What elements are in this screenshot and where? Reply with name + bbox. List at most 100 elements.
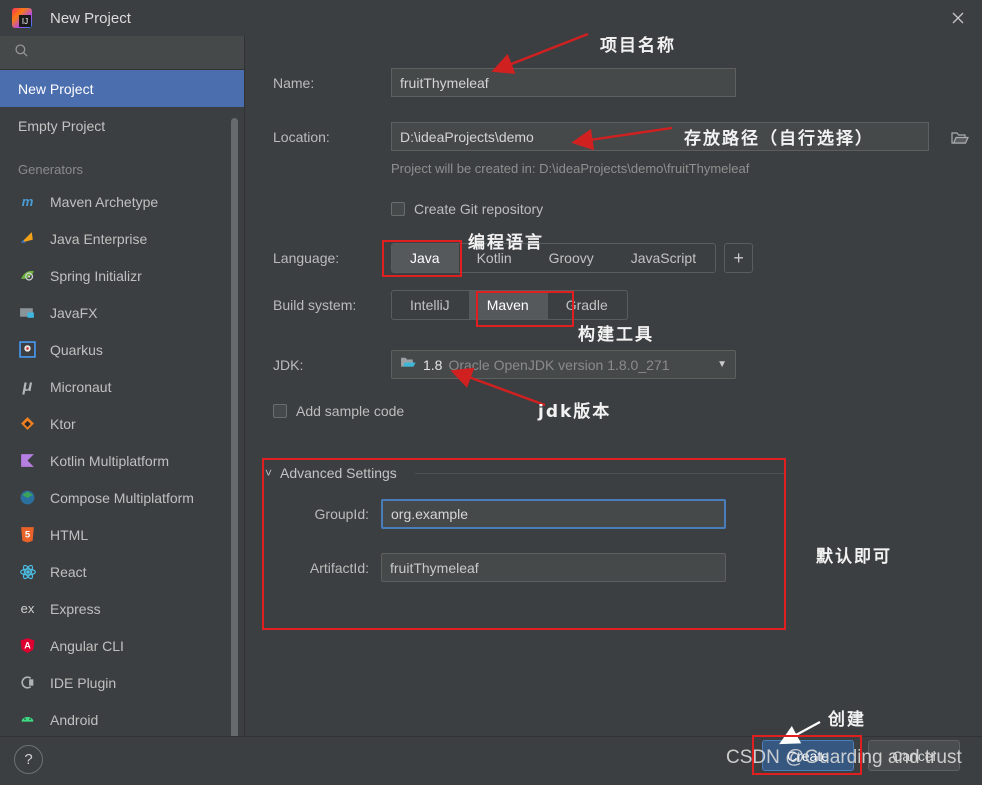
sidebar-item-label: JavaFX [50, 304, 98, 321]
compose-icon [18, 488, 37, 507]
jdk-label: JDK: [273, 356, 304, 373]
main-panel: Name: Location: Project will be created … [246, 36, 982, 736]
jdk-description: Oracle OpenJDK version 1.8.0_271 [448, 356, 670, 373]
location-label: Location: [273, 128, 330, 145]
sidebar-item-label: Maven Archetype [50, 193, 159, 210]
maven-icon: m [21, 194, 34, 209]
react-icon [18, 562, 37, 581]
build-system-option-gradle[interactable]: Gradle [548, 291, 627, 319]
build-system-option-maven[interactable]: Maven [468, 291, 548, 319]
add-sample-code-checkbox[interactable]: Add sample code [273, 403, 404, 419]
section-divider [414, 472, 785, 474]
create-git-repository-label: Create Git repository [414, 201, 544, 217]
checkbox-box [391, 202, 405, 216]
sidebar-item-html[interactable]: 5 HTML [0, 516, 244, 553]
advanced-settings-title: Advanced Settings [280, 465, 397, 481]
sidebar-item-spring-initializr[interactable]: Spring Initializr [0, 257, 244, 294]
chevron-down-icon[interactable]: ˅ [265, 466, 272, 480]
express-icon: ex [20, 601, 35, 616]
sidebar-item-empty-project[interactable]: Empty Project [0, 107, 244, 144]
sidebar-item-ktor[interactable]: Ktor [0, 405, 244, 442]
sidebar-item-label: Ktor [50, 415, 76, 432]
chevron-down-icon[interactable]: ▼ [707, 359, 727, 370]
folder-browse-icon[interactable] [945, 126, 975, 148]
sidebar-item-label: Compose Multiplatform [50, 489, 194, 506]
sidebar-item-label: Java Enterprise [50, 230, 148, 247]
sidebar-scrollbar[interactable] [231, 118, 238, 736]
location-input[interactable] [391, 122, 929, 151]
location-hint: Project will be created in: D:\ideaProje… [391, 161, 750, 176]
name-label: Name: [273, 74, 315, 91]
sidebar-item-java-enterprise[interactable]: Java Enterprise [0, 220, 244, 257]
advanced-settings-header[interactable]: ˅ Advanced Settings [265, 465, 785, 481]
language-segmented-control[interactable]: Java Kotlin Groovy JavaScript [391, 243, 717, 273]
name-row: Name: [273, 68, 736, 97]
svg-text:A: A [24, 641, 31, 651]
add-sample-code-label: Add sample code [296, 403, 405, 419]
kotlin-icon [18, 451, 37, 470]
sidebar-item-label: Empty Project [18, 117, 106, 134]
sidebar-item-maven-archetype[interactable]: m Maven Archetype [0, 183, 244, 220]
checkbox-box [273, 404, 287, 418]
sidebar-scrollbar-track[interactable] [231, 72, 241, 736]
sidebar-item-angular-cli[interactable]: A Angular CLI [0, 627, 244, 664]
language-option-kotlin[interactable]: Kotlin [459, 244, 531, 272]
sidebar-item-label: HTML [50, 526, 89, 543]
sidebar-item-micronaut[interactable]: μ Micronaut [0, 368, 244, 405]
sidebar-item-javafx[interactable]: JavaFX [0, 294, 244, 331]
group-id-input[interactable] [381, 499, 726, 529]
sidebar-item-react[interactable]: React [0, 553, 244, 590]
search-row[interactable] [0, 36, 244, 70]
cancel-button[interactable]: Cancel [868, 740, 960, 771]
angular-icon: A [18, 636, 37, 655]
sidebar-item-label: New Project [18, 80, 94, 97]
group-id-label: GroupId: [314, 506, 369, 522]
help-button[interactable]: ? [14, 745, 43, 774]
create-button[interactable]: Create [762, 740, 854, 771]
sidebar-item-quarkus[interactable]: Quarkus [0, 331, 244, 368]
project-type-list: New Project Empty Project [0, 70, 244, 144]
intellij-idea-icon [12, 8, 32, 28]
artifact-id-label: ArtifactId: [309, 559, 369, 576]
add-language-button[interactable]: + [724, 243, 754, 273]
jdk-row: JDK: 1.8 Oracle OpenJDK version 1.8.0_27… [273, 350, 736, 379]
language-option-groovy[interactable]: Groovy [531, 244, 613, 272]
sidebar-item-express[interactable]: ex Express [0, 590, 244, 627]
sidebar-item-android[interactable]: Android [0, 701, 244, 736]
search-input[interactable] [29, 45, 244, 60]
sidebar-item-label: Kotlin Multiplatform [50, 452, 170, 469]
ide-plugin-icon [18, 673, 37, 692]
sidebar-item-ide-plugin[interactable]: IDE Plugin [0, 664, 244, 701]
artifact-id-row: ArtifactId: [292, 553, 812, 582]
jdk-version: 1.8 [423, 356, 443, 373]
quarkus-icon [18, 340, 37, 359]
sidebar-item-label: Quarkus [50, 341, 103, 358]
sidebar-item-label: Spring Initializr [50, 267, 142, 284]
build-system-row: Build system: IntelliJ Maven Gradle [273, 290, 628, 320]
spring-icon [18, 266, 37, 285]
group-id-row: GroupId: [292, 499, 812, 529]
micronaut-icon: μ [22, 377, 33, 395]
sidebar-item-label: IDE Plugin [50, 674, 117, 691]
build-system-label: Build system: [273, 297, 357, 313]
sidebar-item-compose-multiplatform[interactable]: Compose Multiplatform [0, 479, 244, 516]
language-label: Language: [273, 250, 340, 266]
sidebar-item-kotlin-multiplatform[interactable]: Kotlin Multiplatform [0, 442, 244, 479]
artifact-id-input[interactable] [381, 553, 726, 582]
build-system-segmented-control[interactable]: IntelliJ Maven Gradle [391, 290, 628, 320]
ktor-icon [18, 414, 37, 433]
sidebar-item-label: Android [50, 711, 99, 728]
language-option-java[interactable]: Java [392, 244, 459, 272]
generators-list: m Maven Archetype Java Enterprise Spring… [0, 183, 244, 736]
search-icon [14, 43, 29, 63]
sidebar-item-new-project[interactable]: New Project [0, 70, 244, 107]
sidebar-item-label: React [50, 563, 87, 580]
create-git-repository-checkbox[interactable]: Create Git repository [391, 201, 543, 217]
new-project-dialog: New Project New Project Empty Project [0, 0, 982, 785]
name-input[interactable] [391, 68, 736, 97]
close-icon[interactable] [934, 0, 982, 36]
svg-text:5: 5 [25, 530, 31, 541]
language-option-javascript[interactable]: JavaScript [613, 244, 715, 272]
jdk-dropdown[interactable]: 1.8 Oracle OpenJDK version 1.8.0_271 ▼ [391, 350, 736, 379]
build-system-option-intellij[interactable]: IntelliJ [392, 291, 469, 319]
